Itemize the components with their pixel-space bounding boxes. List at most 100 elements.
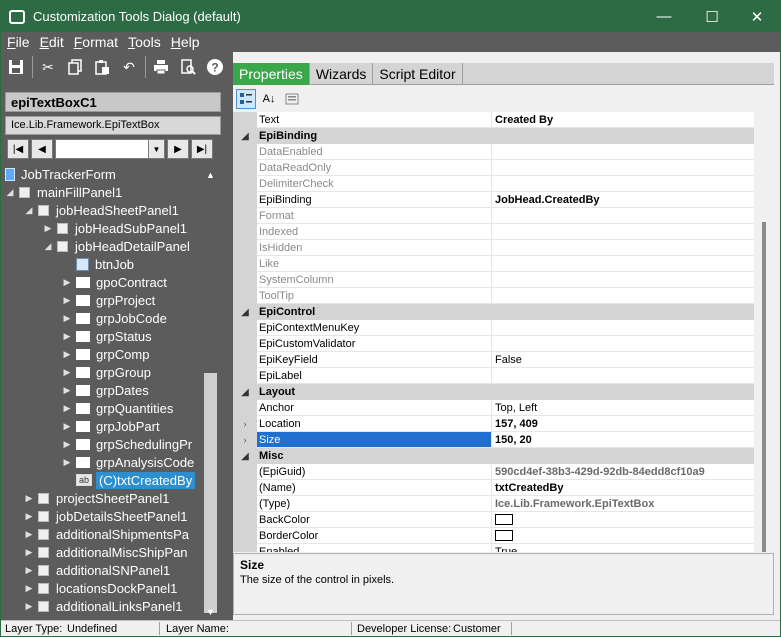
tree-node[interactable]: ▶ grpGroup	[62, 363, 151, 381]
property-row[interactable]: BackColor	[233, 512, 754, 528]
tree-node[interactable]: ▶ grpAnalysisCode	[62, 453, 195, 471]
property-value[interactable]	[492, 320, 754, 336]
tree-node[interactable]: ◢ mainFillPanel1	[5, 183, 123, 201]
property-row[interactable]: EpiContextMenuKey	[233, 320, 754, 336]
tree-node[interactable]: ▶ additionalMiscShipPan	[24, 543, 188, 561]
collapse-icon[interactable]: ◢	[233, 128, 257, 144]
property-value[interactable]: False	[492, 352, 754, 368]
tree-node[interactable]: JobTrackerForm	[5, 167, 116, 183]
previous-icon[interactable]: ◀	[31, 139, 53, 159]
property-value[interactable]	[492, 272, 754, 288]
property-value[interactable]	[492, 176, 754, 192]
tree-node[interactable]: ▶ grpDates	[62, 381, 149, 399]
expand-icon[interactable]: ›	[233, 416, 257, 432]
property-row[interactable]: SystemColumn	[233, 272, 754, 288]
expand-icon[interactable]: ▶	[62, 331, 72, 342]
tree-node[interactable]: ▶ additionalSNPanel1	[24, 561, 171, 579]
expand-icon[interactable]: ▶	[62, 403, 72, 414]
undo-icon[interactable]: ↶	[118, 56, 140, 78]
tree-node[interactable]: ▶ additionalShipmentsPa	[24, 525, 189, 543]
tree-node[interactable]: ▶ grpComp	[62, 345, 150, 363]
tree-node[interactable]: ▶ jobHeadSubPanel1	[43, 219, 188, 237]
property-category[interactable]: ◢ Layout	[233, 384, 754, 400]
property-value[interactable]	[492, 368, 754, 384]
expand-icon[interactable]: ▶	[62, 277, 72, 288]
property-row[interactable]: (Type) Ice.Lib.Framework.EpiTextBox	[233, 496, 754, 512]
tree-node[interactable]: ab (C)txtCreatedBy	[62, 471, 196, 489]
maximize-button[interactable]: ☐	[689, 1, 735, 32]
menu-help[interactable]: Help	[167, 34, 204, 50]
chevron-down-icon[interactable]: ▼	[148, 140, 164, 158]
tree-node[interactable]: ◢ jobHeadSheetPanel1	[24, 201, 179, 219]
property-value[interactable]: 157, 409	[492, 416, 754, 432]
expand-icon[interactable]: ▶	[62, 367, 72, 378]
cut-icon[interactable]: ✂	[37, 56, 59, 78]
next-icon[interactable]: ▶	[167, 139, 189, 159]
scroll-thumb[interactable]	[204, 373, 217, 613]
expand-icon[interactable]: ▶	[62, 349, 72, 360]
property-value[interactable]: JobHead.CreatedBy	[492, 192, 754, 208]
property-category[interactable]: ◢ EpiBinding	[233, 128, 754, 144]
property-value[interactable]: 150, 20	[492, 432, 754, 448]
property-row[interactable]: EpiKeyField False	[233, 352, 754, 368]
property-value[interactable]: txtCreatedBy	[492, 480, 754, 496]
property-row[interactable]: (Name) txtCreatedBy	[233, 480, 754, 496]
collapse-icon[interactable]: ◢	[233, 448, 257, 464]
tree-node[interactable]: ▶ grpQuantities	[62, 399, 174, 417]
property-row[interactable]: DelimiterCheck	[233, 176, 754, 192]
property-row[interactable]: IsHidden	[233, 240, 754, 256]
property-value[interactable]	[492, 240, 754, 256]
property-value[interactable]: Top, Left	[492, 400, 754, 416]
tree-node[interactable]: ▶ jobDetailsSheetPanel1	[24, 507, 188, 525]
property-value[interactable]: 590cd4ef-38b3-429d-92db-84edd8cf10a9	[492, 464, 754, 480]
alphabetical-icon[interactable]: A↓	[259, 89, 279, 109]
tree-node[interactable]: ▶ grpJobCode	[62, 309, 167, 327]
property-value[interactable]: Created By	[492, 112, 754, 128]
property-value[interactable]	[492, 160, 754, 176]
property-value[interactable]	[492, 528, 754, 544]
expand-icon[interactable]: ▶	[24, 547, 34, 558]
minimize-button[interactable]: —	[641, 1, 687, 32]
expand-icon[interactable]: ▶	[62, 421, 72, 432]
property-row[interactable]: (EpiGuid) 590cd4ef-38b3-429d-92db-84edd8c…	[233, 464, 754, 480]
property-category[interactable]: ◢ EpiControl	[233, 304, 754, 320]
property-value[interactable]	[492, 336, 754, 352]
property-row[interactable]: Like	[233, 256, 754, 272]
close-button[interactable]: ✕	[734, 1, 780, 32]
collapse-icon[interactable]: ◢	[233, 384, 257, 400]
tree-node[interactable]: ◢ jobHeadDetailPanel	[43, 237, 190, 255]
property-category[interactable]: ◢ Misc	[233, 448, 754, 464]
paste-icon[interactable]	[91, 56, 113, 78]
last-icon[interactable]: ▶|	[191, 139, 213, 159]
tab-wizards[interactable]: Wizards	[310, 63, 374, 85]
property-pages-icon[interactable]	[282, 89, 302, 109]
tree-scrollbar[interactable]: ▲ ▼	[202, 167, 219, 620]
expand-icon[interactable]: ▶	[62, 439, 72, 450]
print-preview-icon[interactable]	[177, 56, 199, 78]
expand-icon[interactable]: ›	[233, 432, 257, 448]
categorized-icon[interactable]	[236, 89, 256, 109]
expand-icon[interactable]: ▶	[24, 583, 34, 594]
copy-icon[interactable]	[64, 56, 86, 78]
property-row[interactable]: Anchor Top, Left	[233, 400, 754, 416]
expand-icon[interactable]: ▶	[62, 457, 72, 468]
collapse-icon[interactable]: ◢	[233, 304, 257, 320]
property-row[interactable]: EpiBinding JobHead.CreatedBy	[233, 192, 754, 208]
tree-node[interactable]: ▶ grpJobPart	[62, 417, 160, 435]
expand-icon[interactable]: ▶	[62, 385, 72, 396]
property-value[interactable]	[492, 288, 754, 304]
tab-properties[interactable]: Properties	[233, 63, 310, 85]
menu-format[interactable]: Format	[70, 34, 122, 50]
property-value[interactable]	[492, 224, 754, 240]
property-row[interactable]: BorderColor	[233, 528, 754, 544]
tree-node[interactable]: btnJob	[62, 255, 134, 273]
control-select[interactable]: ▼	[55, 139, 165, 159]
expand-icon[interactable]: ▶	[62, 313, 72, 324]
tree-node[interactable]: ▶ additionalLinksPanel1	[24, 597, 183, 615]
menu-edit[interactable]: Edit	[36, 34, 68, 50]
expand-icon[interactable]: ▶	[24, 565, 34, 576]
property-value[interactable]: True	[492, 544, 754, 553]
tree-node[interactable]: ▶ grpStatus	[62, 327, 152, 345]
tree-node[interactable]: ▶ locationsDockPanel1	[24, 579, 178, 597]
tree-node[interactable]: ▶ grpSchedulingPr	[62, 435, 193, 453]
